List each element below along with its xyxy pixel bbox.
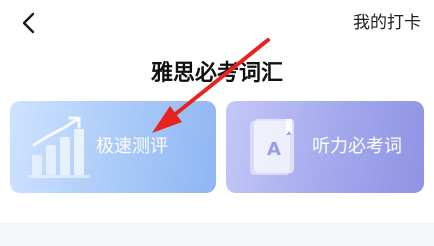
back-button[interactable] xyxy=(16,9,44,37)
vocabulary-book-icon: A xyxy=(250,119,294,175)
section-divider xyxy=(0,222,434,246)
my-checkin-link[interactable]: 我的打卡 xyxy=(353,11,421,35)
speed-test-label: 极速测评 xyxy=(96,136,168,157)
svg-text:A: A xyxy=(267,139,281,160)
listening-words-card[interactable]: A 听力必考词 xyxy=(226,101,424,193)
page-title: 雅思必考词汇 xyxy=(150,61,283,86)
listening-words-label: 听力必考词 xyxy=(312,136,402,157)
chevron-left-icon xyxy=(22,12,35,34)
bar-chart-growth-icon xyxy=(28,116,90,178)
speed-test-card[interactable]: 极速测评 xyxy=(10,101,216,193)
top-bar: 我的打卡 xyxy=(0,0,434,46)
